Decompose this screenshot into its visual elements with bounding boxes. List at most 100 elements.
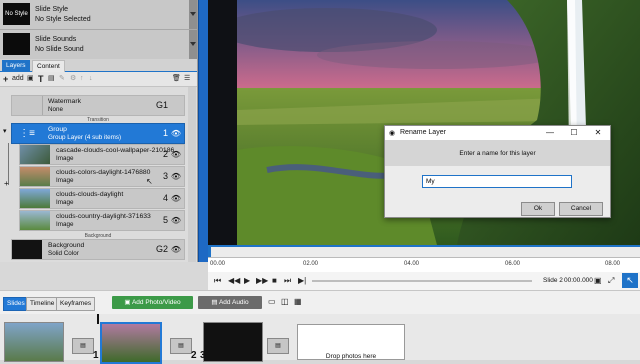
tick-label: 00.00 — [210, 261, 226, 267]
minimize-icon[interactable]: — — [539, 127, 561, 139]
slide-thumbnail-3[interactable] — [203, 322, 263, 362]
layer-number: 5 — [162, 215, 168, 225]
maximize-icon[interactable]: ☐ — [563, 127, 585, 139]
layer-name: clouds-country-daylight-371633 — [56, 213, 151, 220]
tab-layers[interactable]: Layers — [2, 60, 30, 71]
layer-image-4[interactable]: clouds-clouds-daylight Image 4 👁 — [19, 188, 185, 209]
layer-thumbnail — [20, 211, 50, 230]
image-icon[interactable]: ▣ — [27, 74, 34, 84]
eye-icon[interactable]: 👁 — [171, 150, 181, 159]
tab-keyframes[interactable]: Keyframes — [56, 297, 96, 311]
layer-number: G2 — [155, 244, 168, 254]
insert-marker — [97, 314, 99, 324]
add-label[interactable]: add — [12, 74, 24, 84]
drop-zone[interactable]: Drop photos here — [297, 324, 405, 360]
layer-group[interactable]: ⋮≡ Group Group Layer (4 sub items) 1 👁 — [11, 123, 185, 144]
dialog-titlebar[interactable]: ◉ Rename Layer — ☐ ✕ — [385, 126, 610, 140]
layer-number: 1 — [162, 128, 168, 138]
slide-view-icon[interactable]: ▭ — [268, 297, 276, 306]
eye-icon[interactable]: 👁 — [171, 172, 181, 181]
layer-toolbar: + add ▣ T ▤ ✎ ⚙ ↑ ↓ 🗑 ☰ — [0, 72, 197, 87]
fast-forward-icon[interactable]: ▶▶ — [256, 276, 268, 285]
add-icon[interactable]: + — [3, 74, 8, 84]
tab-slides[interactable]: Slides — [3, 297, 29, 311]
add-photo-button[interactable]: ▣ Add Photo/Video — [112, 296, 193, 309]
panel-tabs: Layers Content — [0, 59, 197, 72]
add-photo-icon: ▣ — [124, 299, 132, 306]
down-icon[interactable]: ↓ — [89, 74, 93, 84]
collapse-icon[interactable]: ▾ — [3, 127, 7, 135]
next-icon[interactable]: ▶| — [298, 276, 306, 285]
timeline-panel[interactable]: 00.00 02.00 04.00 06.00 08.00 ⏮ ◀◀ ▶ ▶▶ … — [208, 245, 640, 290]
shape-icon[interactable]: ▤ — [48, 74, 55, 84]
layer-number: 4 — [162, 193, 168, 203]
app-icon: ◉ — [389, 130, 396, 137]
eye-icon[interactable]: 👁 — [171, 216, 181, 225]
eye-icon[interactable]: 👁 — [171, 129, 181, 138]
playhead-icon[interactable] — [208, 247, 211, 257]
select-tool-icon[interactable]: ↖ — [622, 273, 638, 288]
layer-thumbnail — [12, 240, 42, 259]
layer-image-3[interactable]: clouds-colors-daylight-1476880 Image 3 👁 — [19, 166, 185, 187]
layer-name: Group — [48, 126, 67, 133]
time-ruler[interactable]: 00.00 02.00 04.00 06.00 08.00 — [208, 257, 640, 273]
layer-name-input[interactable] — [422, 175, 572, 188]
slide-label: Slide 2 — [543, 277, 563, 284]
dialog-prompt: Enter a name for this layer — [459, 150, 536, 157]
slide-style-dropdown-icon[interactable] — [189, 0, 197, 29]
rename-layer-dialog: ◉ Rename Layer — ☐ ✕ Enter a name for th… — [384, 125, 611, 218]
layer-image-5[interactable]: clouds-country-daylight-371633 Image 5 👁 — [19, 210, 185, 231]
slide-style-value: No Style Selected — [35, 16, 91, 23]
slide-sounds-dropdown-icon[interactable] — [189, 30, 197, 59]
slide-style-row[interactable]: No Style Slide Style No Style Selected — [0, 0, 197, 30]
slide-audio-icon[interactable]: ▤ — [170, 338, 192, 354]
tool-icon[interactable]: ⚙ — [70, 74, 76, 84]
slide-sounds-title: Slide Sounds — [35, 36, 77, 43]
split-view-icon[interactable]: ◫ — [281, 297, 289, 306]
ok-button[interactable]: Ok — [521, 202, 555, 216]
pen-icon[interactable]: ✎ — [59, 74, 65, 84]
layer-type: Image — [56, 221, 74, 228]
slide-audio-icon[interactable]: ▤ — [72, 338, 94, 354]
tab-timeline[interactable]: Timeline — [26, 297, 59, 311]
layer-type: Image — [56, 155, 74, 162]
rewind-icon[interactable]: ◀◀ — [228, 276, 240, 285]
eye-icon[interactable]: 👁 — [171, 194, 181, 203]
position-track[interactable] — [312, 280, 532, 282]
slide-thumbnail-2[interactable] — [100, 322, 162, 364]
tab-content[interactable]: Content — [32, 60, 65, 72]
play-icon[interactable]: ▶ — [244, 276, 250, 285]
slide-sounds-thumbnail — [3, 33, 30, 55]
slide-thumbnail-1[interactable] — [4, 322, 64, 362]
layer-type: Image — [56, 199, 74, 206]
layer-image-2[interactable]: cascade-clouds-cool-wallpaper-210186 Ima… — [19, 144, 185, 165]
text-icon[interactable]: T — [38, 74, 44, 84]
trash-icon[interactable]: 🗑 — [172, 74, 181, 84]
skip-start-icon[interactable]: ⏮ — [214, 276, 221, 286]
eye-icon[interactable]: 👁 — [171, 245, 181, 254]
stop-icon[interactable]: ■ — [272, 276, 277, 285]
layer-name: clouds-colors-daylight-1476880 — [56, 169, 151, 176]
slide-sounds-row[interactable]: Slide Sounds No Slide Sound — [0, 30, 197, 60]
menu-icon[interactable]: ☰ — [184, 74, 190, 84]
add-photo-label: Add Photo/Video — [131, 299, 181, 306]
cancel-button[interactable]: Cancel — [559, 202, 603, 216]
skip-end-icon[interactable]: ⏭ — [284, 276, 291, 286]
layer-type: Image — [56, 177, 74, 184]
layer-scrollbar[interactable] — [188, 87, 196, 262]
layer-type: Solid Color — [48, 250, 79, 257]
dialog-prompt-area: Enter a name for this layer — [385, 140, 610, 166]
layer-thumbnail — [20, 145, 50, 164]
grid-view-icon[interactable]: ▦ — [294, 297, 302, 306]
slide-style-title: Slide Style — [35, 6, 69, 13]
group-icon: ⋮≡ — [12, 124, 42, 143]
slide-audio-icon[interactable]: ▤ — [267, 338, 289, 354]
add-audio-button[interactable]: ▤ Add Audio — [198, 296, 262, 309]
layer-background[interactable]: Background Solid Color G2 👁 — [11, 239, 185, 260]
layer-watermark[interactable]: Watermark None G1 — [11, 95, 185, 116]
layer-number: 3 — [162, 171, 168, 181]
expand-icon[interactable]: ⤢ — [608, 276, 614, 286]
close-icon[interactable]: ✕ — [587, 127, 609, 139]
up-icon[interactable]: ↑ — [80, 74, 84, 84]
fit-icon[interactable]: ▣ — [594, 276, 602, 285]
